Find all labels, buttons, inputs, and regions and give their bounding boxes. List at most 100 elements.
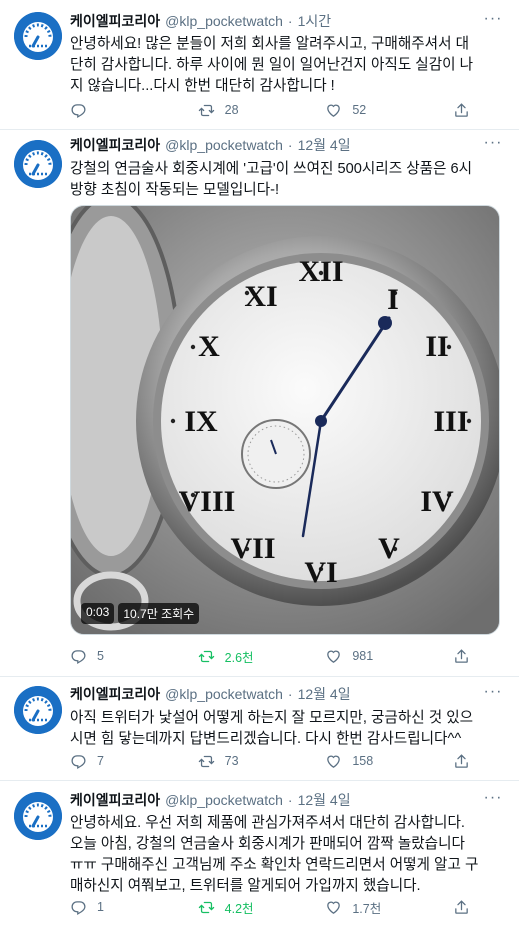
klp-logo-icon	[14, 140, 62, 188]
more-icon[interactable]: ···	[481, 135, 505, 156]
svg-text:II: II	[425, 330, 448, 363]
share-button[interactable]	[453, 753, 480, 770]
tweet-text-line: 안녕하세요! 많은 분들이 저희 회사를 알려주시고, 구매해주셔서 대	[70, 36, 470, 52]
tweet-actions: 28 52	[70, 100, 480, 120]
svg-text:IX: IX	[184, 405, 218, 438]
avatar[interactable]	[14, 140, 62, 188]
tweet-text-line: 강철의 연금술사 회중시계에 '고급'이 쓰여진 500시리즈 상품은 6시	[70, 161, 473, 177]
retweet-icon	[198, 104, 214, 116]
svg-text:VII: VII	[230, 532, 275, 565]
like-button[interactable]: 158	[325, 753, 385, 770]
like-count: 158	[352, 754, 374, 768]
retweet-button[interactable]: 28	[198, 102, 258, 119]
separator: ·	[287, 686, 293, 702]
tweet-time[interactable]: 12월 4일	[298, 135, 351, 155]
tweet[interactable]: 케이엘피코리아 @klp_pocketwatch · 12월 4일 ··· 아직…	[0, 677, 519, 781]
share-button[interactable]	[453, 102, 480, 119]
retweet-icon	[198, 755, 214, 767]
share-icon	[455, 648, 468, 663]
reply-count: 7	[97, 754, 104, 768]
more-icon[interactable]: ···	[481, 790, 505, 811]
share-icon	[455, 899, 468, 914]
svg-text:III: III	[433, 405, 468, 438]
user-handle[interactable]: @klp_pocketwatch	[165, 13, 283, 29]
more-icon[interactable]: ···	[481, 11, 505, 32]
tweet-text-line: 오늘 아침, 강철의 연금술사 회중시계가 판매되어 깜짝 놀랐습니다	[70, 836, 465, 852]
reply-icon	[71, 900, 86, 915]
reply-icon	[71, 754, 86, 769]
display-name[interactable]: 케이엘피코리아	[70, 135, 160, 155]
tweet-text: 안녕하세요! 많은 분들이 저희 회사를 알려주시고, 구매해주셔서 대 단히 …	[70, 34, 506, 97]
tweet-text-line: 매하신지 여쭤보고, 트위터를 알게되어 가입까지 했습니다.	[70, 878, 421, 894]
tweet-time[interactable]: 12월 4일	[298, 790, 351, 810]
tweet-text: 아직 트위터가 낯설어 어떻게 하는지 잘 모르지만, 궁금하신 것 있으 시면…	[70, 708, 506, 750]
svg-text:V: V	[378, 532, 400, 565]
retweet-count: 28	[224, 103, 239, 117]
avatar[interactable]	[14, 686, 62, 734]
retweet-button[interactable]: 2.6천	[198, 647, 258, 666]
like-icon	[327, 755, 341, 768]
separator: ·	[287, 137, 293, 153]
svg-text:VI: VI	[304, 556, 337, 589]
user-handle[interactable]: @klp_pocketwatch	[165, 686, 283, 702]
svg-text:VIII: VIII	[179, 485, 236, 518]
avatar[interactable]	[14, 792, 62, 840]
klp-logo-icon	[14, 792, 62, 840]
video-duration: 0:03	[81, 603, 115, 624]
svg-text:XI: XI	[244, 280, 277, 313]
retweet-count: 73	[224, 754, 239, 768]
share-button[interactable]	[453, 648, 480, 665]
separator: ·	[287, 792, 293, 808]
like-count: 52	[352, 103, 367, 117]
tweet-time[interactable]: 12월 4일	[298, 684, 351, 704]
tweet[interactable]: 케이엘피코리아 @klp_pocketwatch · 12월 4일 ··· 강철…	[0, 130, 519, 677]
share-icon	[455, 753, 468, 768]
more-icon[interactable]: ···	[481, 684, 505, 705]
like-icon	[327, 901, 341, 914]
retweet-button[interactable]: 4.2천	[198, 898, 258, 917]
like-icon	[327, 650, 341, 663]
display-name[interactable]: 케이엘피코리아	[70, 684, 160, 704]
video-player[interactable]: XII I II III IV V VI VII VIII IX X XI 0:…	[70, 205, 500, 635]
tweet-text-line: 안녕하세요. 우선 저희 제품에 관심가져주셔서 대단히 감사합니다.	[70, 815, 465, 831]
avatar[interactable]	[14, 12, 62, 60]
retweet-button[interactable]: 73	[198, 753, 258, 770]
tweet-text: 강철의 연금술사 회중시계에 '고급'이 쓰여진 500시리즈 상품은 6시 방…	[70, 159, 506, 201]
reply-icon	[71, 103, 86, 118]
user-handle[interactable]: @klp_pocketwatch	[165, 792, 283, 808]
retweet-icon	[198, 901, 214, 913]
retweet-count: 2.6천	[224, 650, 254, 665]
reply-button[interactable]: 1	[70, 899, 130, 916]
like-count: 981	[352, 649, 374, 663]
like-button[interactable]: 981	[325, 648, 385, 665]
reply-button[interactable]: 7	[70, 753, 130, 770]
like-button[interactable]: 1.7천	[325, 898, 385, 917]
klp-logo-icon	[14, 686, 62, 734]
tweet[interactable]: 케이엘피코리아 @klp_pocketwatch · 12월 4일 ··· 안녕…	[0, 781, 519, 928]
tweet-text-line: ㅠㅠ 구매해주신 고객님께 주소 확인차 연락드리면서 어떻게 알고 구	[70, 857, 479, 873]
svg-text:XII: XII	[298, 255, 343, 288]
reply-count: 5	[97, 649, 104, 663]
video-views: 10.7만 조회수	[118, 603, 200, 624]
tweet[interactable]: 케이엘피코리아 @klp_pocketwatch · 1시간 ··· 안녕하세요…	[0, 0, 519, 130]
like-button[interactable]: 52	[325, 102, 385, 119]
like-icon	[327, 104, 341, 117]
separator: ·	[287, 13, 293, 29]
share-icon	[455, 102, 468, 117]
tweet-text-line: 지 않습니다...다시 한번 대단히 감사합니다 !	[70, 78, 335, 94]
tweet-text-line: 시면 힘 닿는데까지 답변드리겠습니다. 다시 한번 감사드립니다^^	[70, 731, 462, 747]
reply-icon	[71, 649, 86, 664]
display-name[interactable]: 케이엘피코리아	[70, 11, 160, 31]
reply-button[interactable]	[70, 102, 130, 119]
tweet-actions: 5 2.6천 981	[70, 646, 480, 666]
tweet-actions: 7 73 158	[70, 751, 480, 771]
tweet-time[interactable]: 1시간	[298, 11, 332, 31]
share-button[interactable]	[453, 899, 480, 916]
reply-button[interactable]: 5	[70, 648, 130, 665]
tweet-text-line: 아직 트위터가 낯설어 어떻게 하는지 잘 모르지만, 궁금하신 것 있으	[70, 710, 474, 726]
display-name[interactable]: 케이엘피코리아	[70, 790, 160, 810]
user-handle[interactable]: @klp_pocketwatch	[165, 137, 283, 153]
klp-logo-icon	[14, 12, 62, 60]
retweet-icon	[198, 650, 214, 662]
svg-text:X: X	[198, 330, 220, 363]
